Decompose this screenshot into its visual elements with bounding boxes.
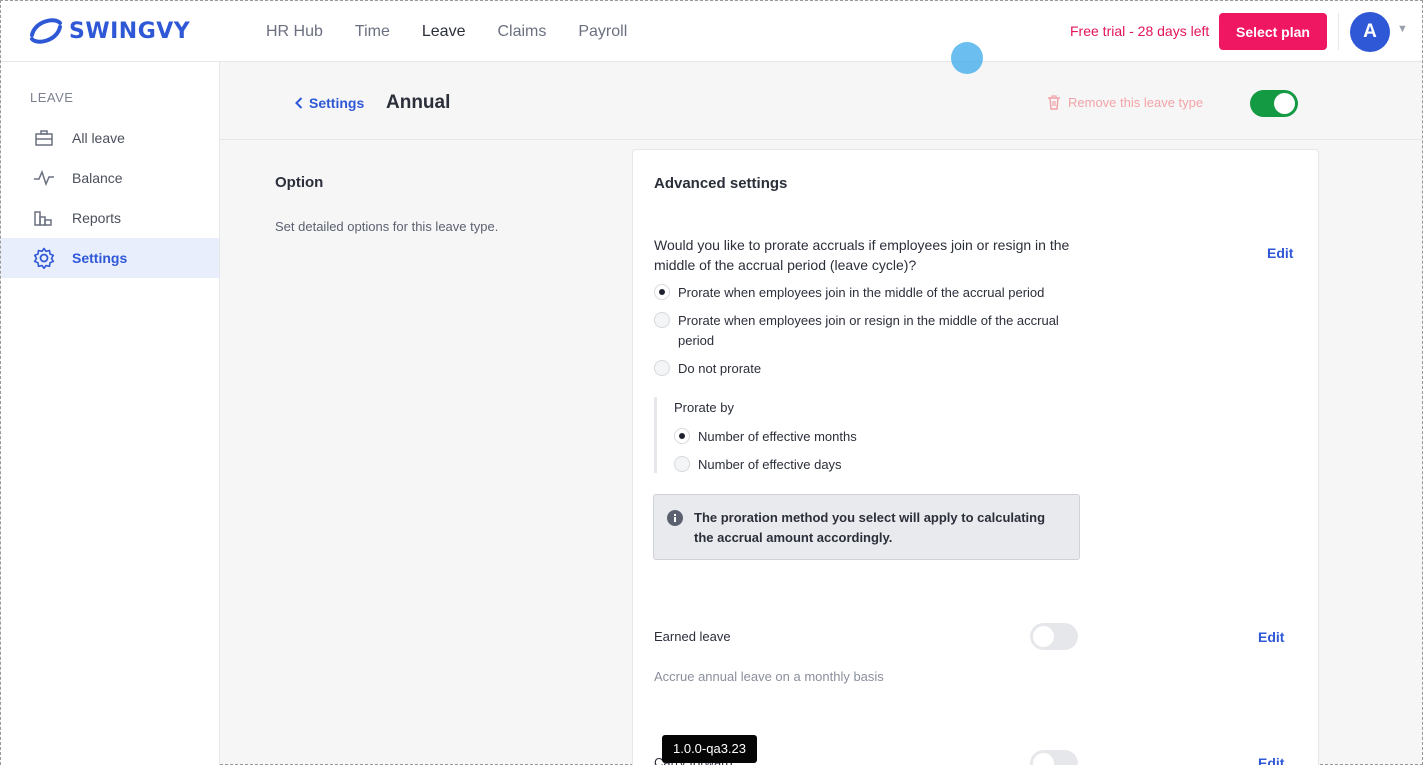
prorate-option-join[interactable]: Prorate when employees join in the middl… — [654, 283, 1084, 303]
option-section-title: Option — [275, 174, 324, 191]
radio-button[interactable] — [654, 360, 670, 376]
toggle-knob — [1033, 626, 1054, 647]
prorate-by-label: Prorate by — [674, 400, 734, 415]
radio-button[interactable] — [654, 284, 670, 300]
toggle-knob — [1033, 753, 1054, 765]
main-nav: HR Hub Time Leave Claims Payroll — [266, 1, 659, 62]
option-section-description: Set detailed options for this leave type… — [275, 219, 499, 234]
sidebar-item-label: Balance — [72, 170, 123, 186]
user-avatar[interactable]: A — [1350, 12, 1390, 52]
carry-forward-toggle[interactable] — [1030, 750, 1078, 765]
page-header: Settings Annual Remove this leave type — [220, 62, 1422, 140]
sidebar-item-balance[interactable]: Balance — [1, 158, 219, 198]
trial-notice[interactable]: Free trial - 28 days left — [1070, 23, 1209, 39]
nav-time[interactable]: Time — [355, 23, 390, 41]
chevron-down-icon[interactable]: ▼ — [1397, 23, 1408, 35]
nav-hr-hub[interactable]: HR Hub — [266, 23, 323, 41]
advanced-settings-card: Advanced settings Would you like to pror… — [632, 149, 1319, 765]
nav-claims[interactable]: Claims — [497, 23, 546, 41]
select-plan-button[interactable]: Select plan — [1219, 13, 1327, 50]
sidebar-heading: LEAVE — [30, 90, 74, 105]
radio-label: Number of effective days — [698, 457, 842, 472]
radio-button[interactable] — [654, 312, 670, 328]
briefcase-icon — [33, 127, 55, 149]
nav-payroll[interactable]: Payroll — [578, 23, 627, 41]
sidebar-item-reports[interactable]: Reports — [1, 198, 219, 238]
back-to-settings-link[interactable]: Settings — [295, 95, 364, 111]
earned-leave-description: Accrue annual leave on a monthly basis — [654, 669, 884, 684]
carry-forward-edit-link[interactable]: Edit — [1258, 755, 1284, 765]
sidebar-item-settings[interactable]: Settings — [1, 238, 219, 278]
back-link-label: Settings — [309, 95, 365, 111]
radio-button[interactable] — [674, 428, 690, 444]
earned-leave-edit-link[interactable]: Edit — [1258, 629, 1284, 645]
swingvy-logo-icon — [30, 18, 62, 44]
prorate-option-join-or-resign[interactable]: Prorate when employees join or resign in… — [654, 311, 1074, 351]
prorate-question: Would you like to prorate accruals if em… — [654, 237, 1070, 273]
prorate-option-none[interactable]: Do not prorate — [654, 359, 761, 379]
top-bar: SWINGVY HR Hub Time Leave Claims Payroll… — [1, 1, 1422, 62]
radio-label: Prorate when employees join in the middl… — [678, 285, 1045, 300]
info-icon — [667, 510, 683, 531]
gear-icon — [33, 247, 55, 269]
advanced-settings-title: Advanced settings — [654, 175, 788, 192]
sidebar-item-label: All leave — [72, 130, 125, 146]
activity-icon — [33, 167, 55, 189]
chevron-left-icon — [295, 97, 303, 109]
prorate-by-months[interactable]: Number of effective months — [674, 427, 857, 447]
remove-leave-type-label: Remove this leave type — [1068, 95, 1204, 110]
brand-name: SWINGVY — [69, 18, 191, 44]
sidebar-item-all-leave[interactable]: All leave — [1, 118, 219, 158]
prorate-edit-link[interactable]: Edit — [1267, 245, 1293, 261]
radio-label: Number of effective months — [698, 429, 857, 444]
topbar-divider — [1338, 13, 1339, 50]
remove-leave-type-button[interactable]: Remove this leave type — [1047, 95, 1203, 110]
prorate-by-indent-bar — [654, 397, 657, 473]
bar-chart-icon — [33, 207, 55, 229]
toggle-knob — [1274, 93, 1295, 114]
proration-info-box: The proration method you select will app… — [653, 494, 1080, 560]
sidebar: LEAVE All leave Balance Reports Settings — [1, 62, 220, 765]
radio-label: Prorate when employees join or resign in… — [678, 313, 1059, 348]
leave-type-enabled-toggle[interactable] — [1250, 90, 1298, 117]
sidebar-item-label: Settings — [72, 250, 128, 266]
prorate-by-days[interactable]: Number of effective days — [674, 455, 842, 475]
radio-label: Do not prorate — [678, 361, 762, 376]
trash-icon — [1048, 95, 1060, 110]
page-title: Annual — [386, 92, 451, 113]
version-badge: 1.0.0-qa3.23 — [662, 735, 758, 763]
sidebar-item-label: Reports — [72, 210, 122, 226]
radio-button[interactable] — [674, 456, 690, 472]
nav-leave[interactable]: Leave — [422, 23, 466, 41]
swingvy-logo[interactable]: SWINGVY — [29, 15, 190, 47]
earned-leave-label: Earned leave — [654, 629, 731, 644]
info-text: The proration method you select will app… — [694, 510, 1046, 545]
earned-leave-toggle[interactable] — [1030, 623, 1078, 650]
